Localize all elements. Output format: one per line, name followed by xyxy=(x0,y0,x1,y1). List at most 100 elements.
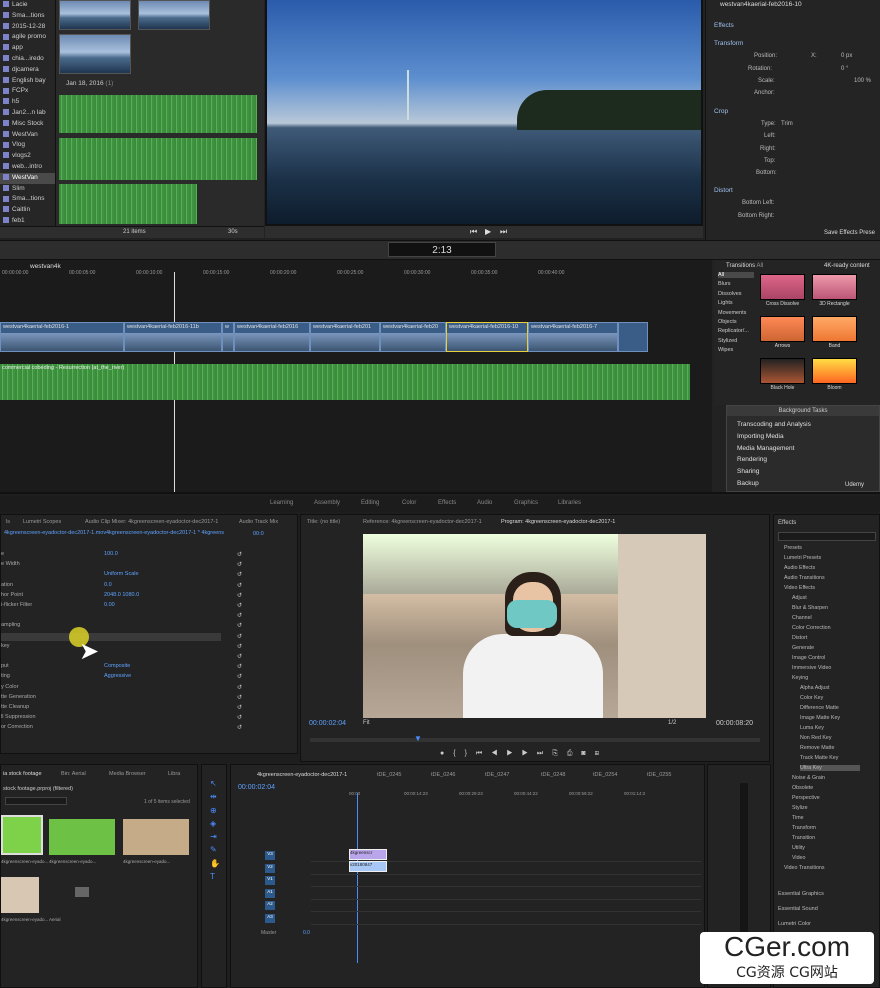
effects-tree-item[interactable]: Blur & Sharpen xyxy=(792,605,828,611)
effects-tree-item[interactable]: Immersive Video xyxy=(792,665,831,671)
effects-tree-item[interactable]: Image Matte Key xyxy=(800,715,840,721)
program-scrubber[interactable] xyxy=(310,738,760,742)
audio-clip[interactable] xyxy=(59,184,197,224)
timeline-clip[interactable]: westvan4kaerial-feb2016-11b xyxy=(124,322,222,352)
reset-icon[interactable]: ↺ xyxy=(237,684,242,691)
library-item[interactable]: FCPx xyxy=(0,86,55,97)
fit-dropdown[interactable]: Fit xyxy=(363,720,370,726)
library-item[interactable]: agile promo xyxy=(0,32,55,43)
transition-thumb[interactable] xyxy=(812,316,857,342)
library-item[interactable]: Lacie xyxy=(0,0,55,11)
effects-tree-item[interactable]: Remove Matte xyxy=(800,745,834,751)
transition-category[interactable]: Replicator/... xyxy=(718,328,749,334)
library-item[interactable]: WestVan xyxy=(0,130,55,141)
effects-tree-item[interactable]: Ultra Key xyxy=(800,765,860,771)
workspace-tab[interactable]: Editing xyxy=(361,500,379,506)
track-header[interactable]: A1 xyxy=(265,888,275,898)
sequence-tab[interactable]: tDE_0245 xyxy=(377,772,401,778)
reset-icon[interactable]: ↺ xyxy=(237,704,242,711)
transition-category[interactable]: Dissolves xyxy=(718,291,742,297)
crop-header[interactable]: Crop xyxy=(714,108,728,115)
reset-icon[interactable]: ↺ xyxy=(237,694,242,701)
sequence-tab[interactable]: 4kgreenscreen-eyadoctor-dec2017-1 xyxy=(257,772,347,778)
project-search[interactable] xyxy=(5,797,67,805)
workspace-tab[interactable]: Learning xyxy=(270,500,293,506)
transition-thumb[interactable] xyxy=(760,316,805,342)
effects-tree-item[interactable]: Utility xyxy=(792,845,805,851)
bg-task-row[interactable]: Sharing xyxy=(737,468,759,475)
sequence-tab[interactable]: tDE_0246 xyxy=(431,772,455,778)
clip-thumb[interactable] xyxy=(138,0,210,30)
transition-category[interactable]: All xyxy=(718,272,754,278)
effects-tree-item[interactable]: Distort xyxy=(792,635,807,641)
reset-icon[interactable]: ↺ xyxy=(237,612,242,619)
sequence-clip[interactable]: 4kgreenscreen-eyadoctor-dec2017-1 * 4kgr… xyxy=(106,530,224,536)
transform-header[interactable]: Transform xyxy=(714,40,743,47)
library-item[interactable]: vlogs2 xyxy=(0,151,55,162)
track-header[interactable]: V1 xyxy=(265,876,275,885)
effects-footer-panel[interactable]: Essential Sound xyxy=(778,906,818,912)
effects-search[interactable] xyxy=(778,532,876,541)
transition-category[interactable]: Lights xyxy=(718,300,733,306)
ec-tab[interactable]: Audio Clip Mixer: 4kgreenscreen-eyadocto… xyxy=(85,519,218,525)
project-thumb[interactable] xyxy=(49,819,115,855)
track-header[interactable]: A2 xyxy=(265,901,275,910)
project-tab[interactable]: ia stock footage xyxy=(3,771,42,777)
rotation-value[interactable]: 0 ° xyxy=(841,66,848,72)
reset-icon[interactable]: ↺ xyxy=(237,633,242,640)
timeline-ruler[interactable]: 00:00:00:00 00:00:05:00 00:00:10:00 00:00:1… xyxy=(0,270,712,280)
effects-tree-item[interactable]: Channel xyxy=(792,615,812,621)
effects-tree-item[interactable]: Audio Effects xyxy=(784,565,815,571)
transition-category[interactable]: Objects xyxy=(718,319,737,325)
prev-icon[interactable]: ⏮ xyxy=(470,227,477,237)
program-tab[interactable]: Title: (no title) xyxy=(307,519,340,525)
reset-icon[interactable]: ↺ xyxy=(237,714,242,721)
transition-thumb[interactable] xyxy=(812,358,857,384)
effects-tree-item[interactable]: Perspective xyxy=(792,795,820,801)
reset-icon[interactable]: ↺ xyxy=(237,602,242,609)
project-thumb[interactable] xyxy=(1,815,43,855)
workspace-tab[interactable]: Audio xyxy=(477,500,492,506)
effects-tree-item[interactable]: Lumetri Presets xyxy=(784,555,821,561)
effects-tree-item[interactable]: Color Key xyxy=(800,695,823,701)
effects-tree-item[interactable]: Keying xyxy=(792,675,808,681)
effects-tree-item[interactable]: Presets xyxy=(784,545,802,551)
reset-icon[interactable]: ↺ xyxy=(237,643,242,650)
timeline-clip[interactable]: westvan4kaerial-feb2016-10 xyxy=(446,322,528,352)
library-item[interactable]: Sma...tions xyxy=(0,11,55,22)
library-item[interactable]: Jan2...n lab xyxy=(0,108,55,119)
effects-tree-item[interactable]: Time xyxy=(792,815,804,821)
effects-footer-panel[interactable]: Lumetri Color xyxy=(778,921,811,927)
reset-icon[interactable]: ↺ xyxy=(237,561,242,568)
library-item[interactable]: h5 xyxy=(0,97,55,108)
sequence-playhead[interactable] xyxy=(357,793,358,963)
workspace-tab[interactable]: Libraries xyxy=(558,500,581,506)
tool-icons[interactable]: ↖ ⇹ ⊕ ◈ ⇥ ✎ ✋ T xyxy=(210,777,222,883)
transition-category[interactable]: Wipes xyxy=(718,347,733,353)
ec-property-value[interactable]: 0.00 xyxy=(104,602,115,608)
ec-property-value[interactable]: 0.0 xyxy=(104,582,112,588)
library-item[interactable]: djcamera xyxy=(0,65,55,76)
program-playhead[interactable]: ▼ xyxy=(414,734,422,743)
bg-task-row[interactable]: Media Management xyxy=(737,445,794,452)
sequence-clip-v1[interactable]: v20180847 xyxy=(349,861,387,872)
reset-icon[interactable]: ↺ xyxy=(237,551,242,558)
effects-tree-item[interactable]: Obsolete xyxy=(792,785,813,791)
library-item[interactable]: app xyxy=(0,43,55,54)
effects-tree-item[interactable]: Transform xyxy=(792,825,816,831)
effects-tree-item[interactable]: Stylize xyxy=(792,805,808,811)
ec-property-value[interactable]: Aggressive xyxy=(104,673,131,679)
reset-icon[interactable]: ↺ xyxy=(237,622,242,629)
clip-thumb[interactable] xyxy=(59,0,131,30)
bg-task-row[interactable]: Backup xyxy=(737,480,759,487)
effects-tree-item[interactable]: Noise & Grain xyxy=(792,775,825,781)
master-value[interactable]: 0.0 xyxy=(303,930,310,936)
source-clip[interactable]: 4kgreenscreen-eyadoctor-dec2017-1.mov xyxy=(4,530,106,536)
ec-tab[interactable]: Audio Track Mix xyxy=(239,519,278,525)
transition-category[interactable]: Movements xyxy=(718,310,746,316)
folder-icon[interactable] xyxy=(75,887,89,897)
sequence-tab[interactable]: tDE_0248 xyxy=(541,772,565,778)
library-item[interactable]: Misc Stock xyxy=(0,119,55,130)
effects-tree-item[interactable]: Image Control xyxy=(792,655,825,661)
transition-thumb[interactable] xyxy=(812,274,857,300)
